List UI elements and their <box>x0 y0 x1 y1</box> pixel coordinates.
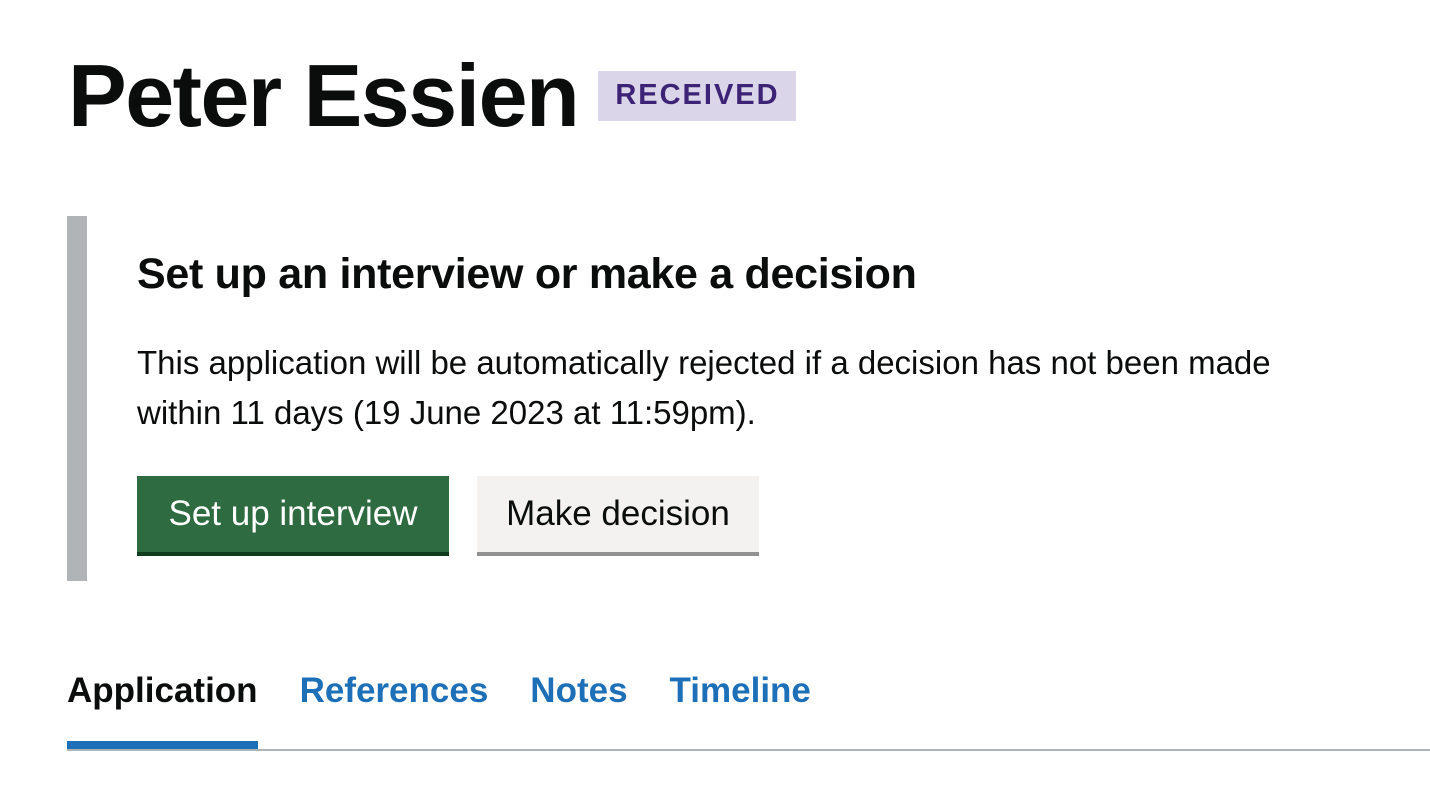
tab-application[interactable]: Application <box>67 665 258 749</box>
page-title: Peter Essien <box>68 46 580 145</box>
tab-references[interactable]: References <box>300 665 489 741</box>
set-up-interview-button[interactable]: Set up interview <box>137 476 449 552</box>
page: Peter Essien RECEIVED Set up an intervie… <box>0 0 1430 808</box>
decision-panel-heading: Set up an interview or make a decision <box>137 250 917 298</box>
make-decision-button[interactable]: Make decision <box>477 476 759 552</box>
tab-list: Application References Notes Timeline <box>67 665 1430 749</box>
decision-button-group: Set up interview Make decision <box>137 476 759 552</box>
status-badge: RECEIVED <box>598 71 796 121</box>
page-header: Peter Essien RECEIVED <box>68 52 796 140</box>
application-tabs: Application References Notes Timeline <box>67 665 1430 751</box>
tab-timeline[interactable]: Timeline <box>670 665 811 741</box>
decision-panel-body: This application will be automatically r… <box>137 344 1271 431</box>
tab-notes[interactable]: Notes <box>530 665 627 741</box>
decision-panel: Set up an interview or make a decision T… <box>67 216 1367 581</box>
